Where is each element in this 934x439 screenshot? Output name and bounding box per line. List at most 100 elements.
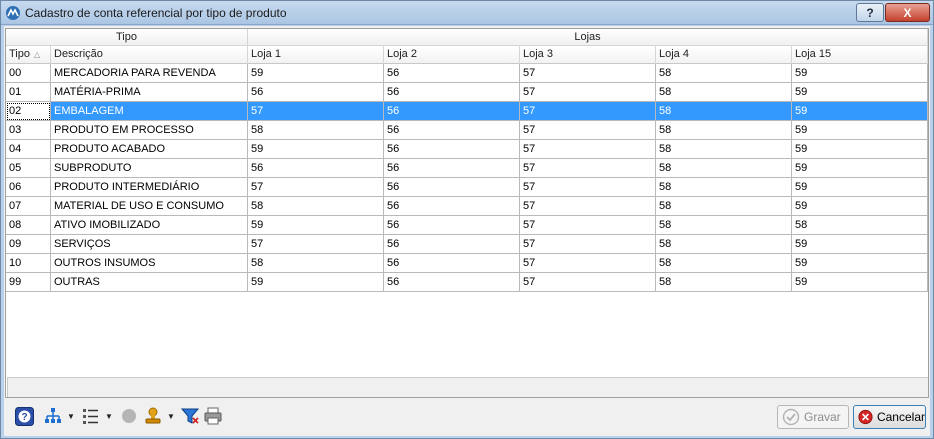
cell-tipo[interactable]: 08: [6, 216, 51, 235]
cell-loja-2[interactable]: 56: [384, 140, 520, 159]
print-icon[interactable]: [204, 406, 222, 426]
cell-loja-15[interactable]: 58: [792, 216, 928, 235]
cell-loja-15[interactable]: 59: [792, 254, 928, 273]
column-header-descricao[interactable]: Descrição: [51, 46, 248, 64]
table-row[interactable]: 03 PRODUTO EM PROCESSO 58 56 57 58 59: [6, 121, 928, 140]
cell-loja-4[interactable]: 58: [656, 83, 792, 102]
cell-loja-3[interactable]: 57: [520, 121, 656, 140]
table-row[interactable]: 04 PRODUTO ACABADO 59 56 57 58 59: [6, 140, 928, 159]
cell-tipo[interactable]: 09: [6, 235, 51, 254]
data-grid[interactable]: Tipo Lojas Tipo △ Descrição Loja 1 Loja 2 Loj…: [5, 28, 929, 398]
table-row[interactable]: 07 MATERIAL DE USO E CONSUMO 58 56 57 58 59: [6, 197, 928, 216]
cell-loja-2[interactable]: 56: [384, 216, 520, 235]
cell-loja-1[interactable]: 57: [248, 102, 384, 121]
cell-loja-4[interactable]: 58: [656, 216, 792, 235]
save-button[interactable]: Gravar: [777, 405, 849, 429]
cell-loja-15[interactable]: 59: [792, 83, 928, 102]
cell-loja-1[interactable]: 56: [248, 83, 384, 102]
cell-loja-3[interactable]: 57: [520, 159, 656, 178]
cell-loja-3[interactable]: 57: [520, 235, 656, 254]
cell-loja-3[interactable]: 57: [520, 140, 656, 159]
stamp-dropdown-icon[interactable]: ▼: [167, 412, 175, 421]
cell-descricao[interactable]: PRODUTO INTERMEDIÁRIO: [51, 178, 248, 197]
cell-loja-15[interactable]: 59: [792, 140, 928, 159]
cell-loja-1[interactable]: 58: [248, 254, 384, 273]
cell-tipo[interactable]: 07: [6, 197, 51, 216]
cell-descricao[interactable]: MERCADORIA PARA REVENDA: [51, 64, 248, 83]
cell-loja-1[interactable]: 59: [248, 216, 384, 235]
table-row[interactable]: 02 EMBALAGEM 57 56 57 58 59: [6, 102, 928, 121]
table-row[interactable]: 99 OUTRAS 59 56 57 58 59: [6, 273, 928, 292]
column-header-loja-3[interactable]: Loja 3: [520, 46, 656, 64]
cell-loja-1[interactable]: 58: [248, 197, 384, 216]
cell-loja-15[interactable]: 59: [792, 273, 928, 292]
cell-loja-15[interactable]: 59: [792, 64, 928, 83]
cell-loja-3[interactable]: 57: [520, 197, 656, 216]
table-row[interactable]: 09 SERVIÇOS 57 56 57 58 59: [6, 235, 928, 254]
table-row[interactable]: 06 PRODUTO INTERMEDIÁRIO 57 56 57 58 59: [6, 178, 928, 197]
close-window-button[interactable]: X: [885, 3, 930, 22]
cell-loja-2[interactable]: 56: [384, 121, 520, 140]
cell-descricao[interactable]: SUBPRODUTO: [51, 159, 248, 178]
cell-loja-2[interactable]: 56: [384, 197, 520, 216]
cell-tipo[interactable]: 06: [6, 178, 51, 197]
cell-descricao[interactable]: PRODUTO EM PROCESSO: [51, 121, 248, 140]
table-row[interactable]: 10 OUTROS INSUMOS 58 56 57 58 59: [6, 254, 928, 273]
record-icon[interactable]: [120, 406, 138, 426]
cell-loja-3[interactable]: 57: [520, 64, 656, 83]
table-row[interactable]: 01 MATÉRIA-PRIMA 56 56 57 58 59: [6, 83, 928, 102]
cell-loja-15[interactable]: 59: [792, 121, 928, 140]
column-header-loja-1[interactable]: Loja 1: [248, 46, 384, 64]
cell-loja-4[interactable]: 58: [656, 254, 792, 273]
cell-loja-15[interactable]: 59: [792, 159, 928, 178]
cell-loja-1[interactable]: 57: [248, 235, 384, 254]
band-tipo[interactable]: Tipo: [6, 29, 248, 46]
cell-loja-2[interactable]: 56: [384, 178, 520, 197]
cell-loja-4[interactable]: 58: [656, 235, 792, 254]
cancel-button[interactable]: Cancelar: [853, 405, 926, 429]
cell-descricao[interactable]: ATIVO IMOBILIZADO: [51, 216, 248, 235]
cell-descricao[interactable]: EMBALAGEM: [51, 102, 248, 121]
cell-loja-2[interactable]: 56: [384, 273, 520, 292]
cell-loja-1[interactable]: 59: [248, 273, 384, 292]
cell-loja-4[interactable]: 58: [656, 121, 792, 140]
table-row[interactable]: 05 SUBPRODUTO 56 56 57 58 59: [6, 159, 928, 178]
cell-loja-15[interactable]: 59: [792, 197, 928, 216]
cell-loja-4[interactable]: 58: [656, 197, 792, 216]
cell-loja-2[interactable]: 56: [384, 83, 520, 102]
cell-loja-2[interactable]: 56: [384, 254, 520, 273]
cell-loja-1[interactable]: 59: [248, 64, 384, 83]
help-title-button[interactable]: ?: [856, 3, 884, 22]
cell-tipo[interactable]: 00: [6, 64, 51, 83]
cell-tipo[interactable]: 02: [6, 102, 51, 121]
cell-loja-1[interactable]: 59: [248, 140, 384, 159]
cell-loja-2[interactable]: 56: [384, 64, 520, 83]
title-bar[interactable]: Cadastro de conta referencial por tipo d…: [1, 1, 933, 25]
cell-loja-4[interactable]: 58: [656, 140, 792, 159]
cell-loja-4[interactable]: 58: [656, 178, 792, 197]
cell-loja-15[interactable]: 59: [792, 102, 928, 121]
cell-tipo[interactable]: 05: [6, 159, 51, 178]
hierarchy-dropdown-icon[interactable]: ▼: [67, 412, 75, 421]
cell-tipo[interactable]: 99: [6, 273, 51, 292]
cell-descricao[interactable]: PRODUTO ACABADO: [51, 140, 248, 159]
cell-descricao[interactable]: OUTROS INSUMOS: [51, 254, 248, 273]
cell-loja-3[interactable]: 57: [520, 83, 656, 102]
cell-loja-4[interactable]: 58: [656, 102, 792, 121]
cell-tipo[interactable]: 03: [6, 121, 51, 140]
cell-loja-3[interactable]: 57: [520, 254, 656, 273]
column-header-loja-4[interactable]: Loja 4: [656, 46, 792, 64]
column-header-loja-2[interactable]: Loja 2: [384, 46, 520, 64]
cell-tipo[interactable]: 01: [6, 83, 51, 102]
cell-loja-15[interactable]: 59: [792, 235, 928, 254]
cell-loja-4[interactable]: 58: [656, 64, 792, 83]
cell-loja-3[interactable]: 57: [520, 178, 656, 197]
cell-loja-3[interactable]: 57: [520, 273, 656, 292]
band-lojas[interactable]: Lojas: [248, 29, 928, 46]
cell-descricao[interactable]: MATERIAL DE USO E CONSUMO: [51, 197, 248, 216]
cell-tipo[interactable]: 10: [6, 254, 51, 273]
filter-icon[interactable]: [181, 406, 199, 426]
help-icon[interactable]: ?: [14, 406, 34, 426]
cell-tipo[interactable]: 04: [6, 140, 51, 159]
cell-loja-2[interactable]: 56: [384, 235, 520, 254]
